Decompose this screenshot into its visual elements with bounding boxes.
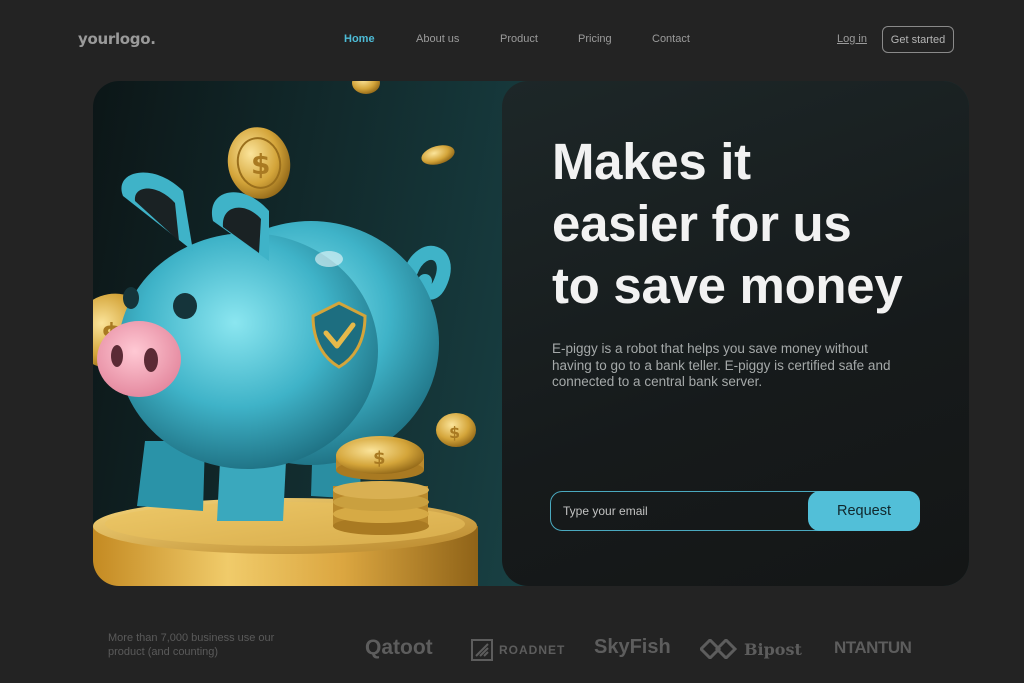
brand-logo-roadnet: ROADNET [471,639,565,661]
coin-stack: $ [333,436,429,535]
login-link[interactable]: Log in [837,33,867,45]
coin-icon [421,145,455,165]
hero-description: E-piggy is a robot that helps you save m… [552,341,891,389]
request-button[interactable]: Request [808,491,920,531]
brand-name: SkyFish [594,636,671,658]
roadnet-mark-icon [471,639,493,661]
nav-contact[interactable]: Contact [652,33,690,45]
nav-product[interactable]: Product [500,33,538,45]
landing-page: yourlogo. Home About us Product Pricing … [0,0,1024,683]
svg-text:$: $ [449,423,460,442]
get-started-button[interactable]: Get started [882,26,954,53]
nav-about-us[interactable]: About us [416,33,459,45]
headline-line: Makes it [552,133,751,190]
brand-logo-ntantun: NTANTUN [834,638,912,658]
nav-home[interactable]: Home [344,33,375,45]
trust-statement: More than 7,000 business use our product… [108,632,275,658]
svg-text:$: $ [373,448,386,469]
brand-name: Bipost [744,639,802,659]
hero-card: $ $ $ Makes it easier for us to save mon… [93,81,969,586]
hero-headline: Makes it easier for us to save money [552,131,952,317]
email-signup-form: Request [550,491,920,531]
hero-content-panel: Makes it easier for us to save money E-p… [502,81,969,586]
brand-name: ROADNET [499,643,566,657]
nav-pricing[interactable]: Pricing [578,33,612,45]
headline-line: to save money [552,257,903,314]
brand-logo-skyfish: SkyFish [594,636,671,659]
coin-icon: $ [436,413,476,447]
brand-logo-bipost: Bipost [700,639,802,659]
email-field[interactable] [551,492,809,530]
logo[interactable]: yourlogo. [78,30,156,48]
coin-icon [352,81,380,94]
brand-name: NTANTUN [834,638,912,657]
piggy-bank-illustration: $ $ $ [93,81,478,586]
svg-text:$: $ [251,148,270,181]
brand-logo-qatoot: Qatoot [365,636,433,660]
coin-icon: $ [227,127,291,199]
headline-line: easier for us [552,195,852,252]
bipost-mark-icon [700,639,738,659]
brand-name: Qatoot [365,636,433,659]
